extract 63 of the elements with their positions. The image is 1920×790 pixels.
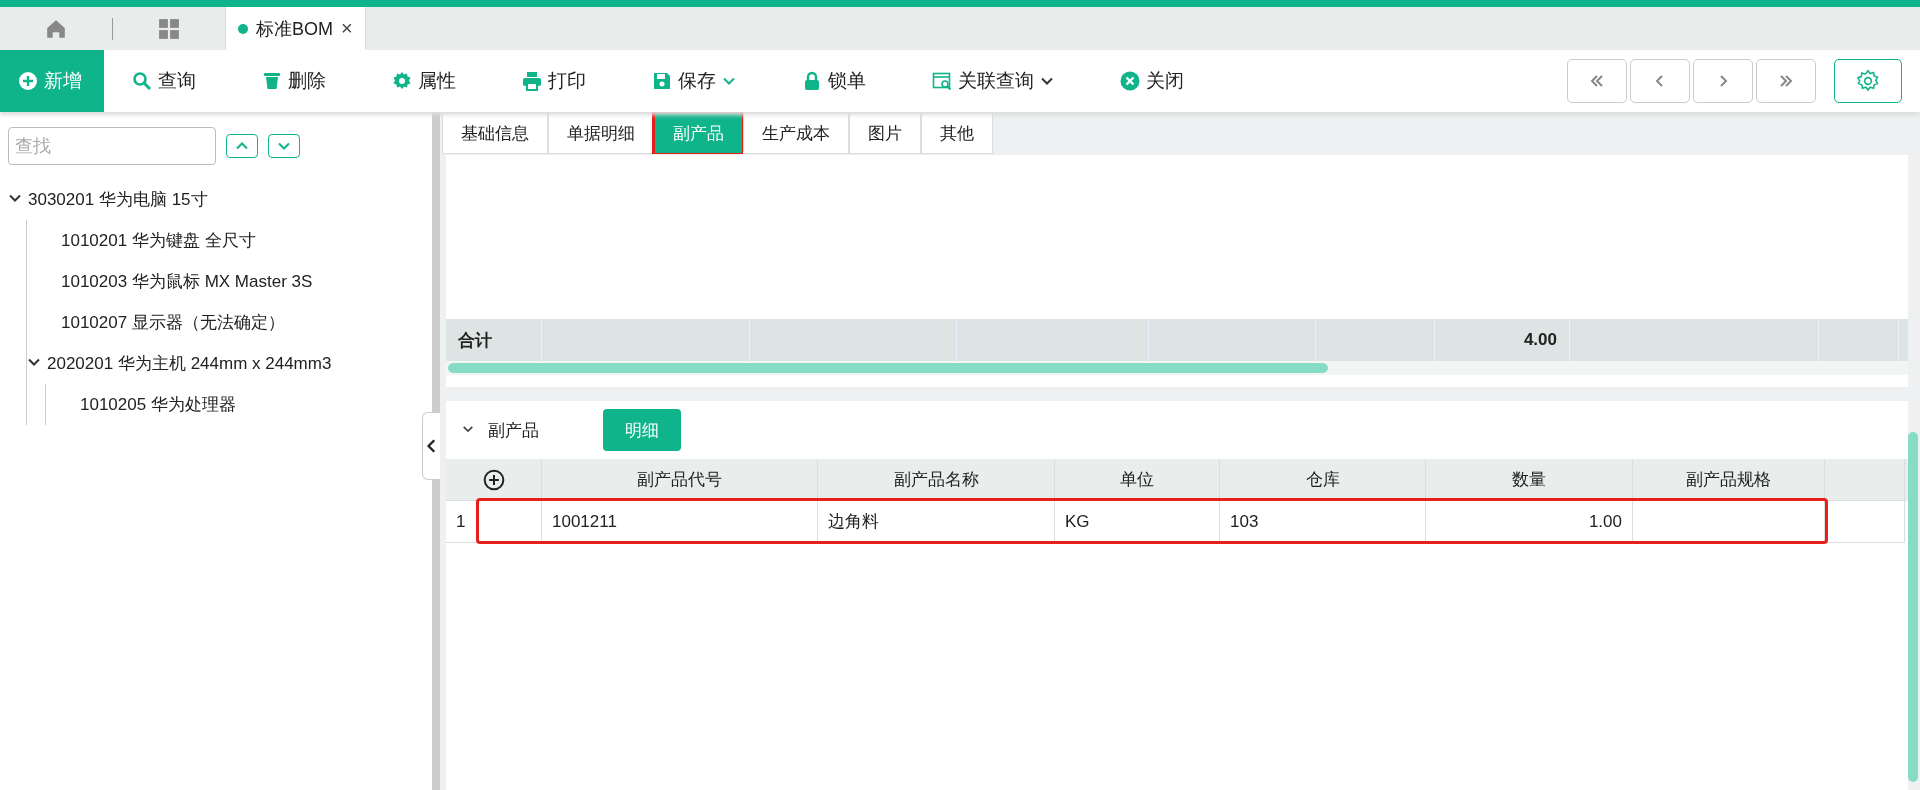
toolbar-button[interactable]: 打印	[494, 50, 586, 112]
previous-button[interactable]	[1630, 59, 1690, 103]
tree-item[interactable]: 1010201 华为键盘 全尺寸	[61, 229, 256, 252]
column-header: 副产品名称	[818, 459, 1055, 501]
scrollbar-thumb[interactable]	[448, 363, 1328, 373]
tree-item[interactable]: 1010203 华为鼠标 MX Master 3S	[61, 270, 313, 293]
settings-icon	[392, 71, 412, 91]
tab[interactable]: 其他	[921, 112, 993, 154]
column-header: 单位	[1055, 459, 1220, 501]
toolbar-button[interactable]: 关闭	[1092, 50, 1184, 112]
status-dot-icon	[238, 23, 248, 34]
toolbar-button[interactable]: 查询	[104, 50, 196, 112]
column-header: 数量	[1426, 459, 1633, 501]
first-page-button[interactable]	[1567, 59, 1627, 103]
search-field[interactable]: 查找	[8, 127, 216, 165]
column-header: 副产品代号	[542, 459, 818, 501]
add-row-button[interactable]	[482, 468, 505, 491]
grid-icon	[158, 17, 180, 40]
chevron-down-icon	[462, 423, 474, 435]
toolbar-button[interactable]: 属性	[364, 50, 456, 112]
lock-icon	[802, 71, 822, 91]
tree-item[interactable]: 1010205 华为处理器	[80, 393, 236, 416]
total-value: 4.00	[1523, 330, 1557, 350]
table-cell: 1001211	[542, 501, 818, 543]
double-chevron-right-icon	[1779, 74, 1793, 88]
plus-circle-icon	[482, 468, 505, 491]
table-cell: 1.00	[1426, 501, 1633, 543]
tree-item[interactable]: 1010207 显示器（无法确定）	[61, 311, 285, 334]
next-button[interactable]	[1693, 59, 1753, 103]
table-cell: 1	[446, 501, 542, 543]
document-tab[interactable]: 标准BOM ×	[225, 7, 366, 50]
toolbar-button[interactable]: 删除	[234, 50, 326, 112]
tree-item[interactable]: 2020201 华为主机 244mm x 244mm3	[47, 352, 332, 375]
trash-icon	[262, 71, 282, 91]
collapse-panel-button[interactable]	[422, 412, 440, 480]
search-icon	[132, 71, 152, 91]
toolbar-button[interactable]: 保存	[624, 50, 736, 112]
tab[interactable]: 单据明细	[548, 112, 654, 154]
move-down-button[interactable]	[268, 134, 300, 158]
plus-circle-icon	[18, 71, 38, 91]
move-up-button[interactable]	[226, 134, 258, 158]
close-tab-button[interactable]: ×	[341, 17, 353, 40]
tab[interactable]: 图片	[849, 112, 921, 154]
window-search-icon	[932, 71, 952, 91]
close-icon	[1120, 71, 1140, 91]
tab[interactable]: 生产成本	[743, 112, 849, 154]
settings-icon	[1856, 69, 1880, 93]
tree-item[interactable]: 3030201 华为电脑 15寸	[28, 188, 208, 211]
table-cell: 103	[1220, 501, 1426, 543]
column-header: 仓库	[1220, 459, 1426, 501]
table-cell: KG	[1055, 501, 1220, 543]
last-page-button[interactable]	[1756, 59, 1816, 103]
section-title: 副产品	[488, 419, 539, 442]
double-chevron-left-icon	[1590, 74, 1604, 88]
printer-icon	[522, 71, 542, 91]
column-header: 副产品规格	[1633, 459, 1825, 501]
settings-button[interactable]	[1834, 59, 1902, 103]
toolbar-button[interactable]: 关联查询	[904, 50, 1054, 112]
scrollbar-thumb[interactable]	[1908, 432, 1918, 782]
toolbar-button[interactable]: 锁单	[774, 50, 866, 112]
table-cell: 边角料	[818, 501, 1055, 543]
tab[interactable]: 基础信息	[442, 112, 548, 154]
total-label: 合计	[458, 329, 492, 352]
